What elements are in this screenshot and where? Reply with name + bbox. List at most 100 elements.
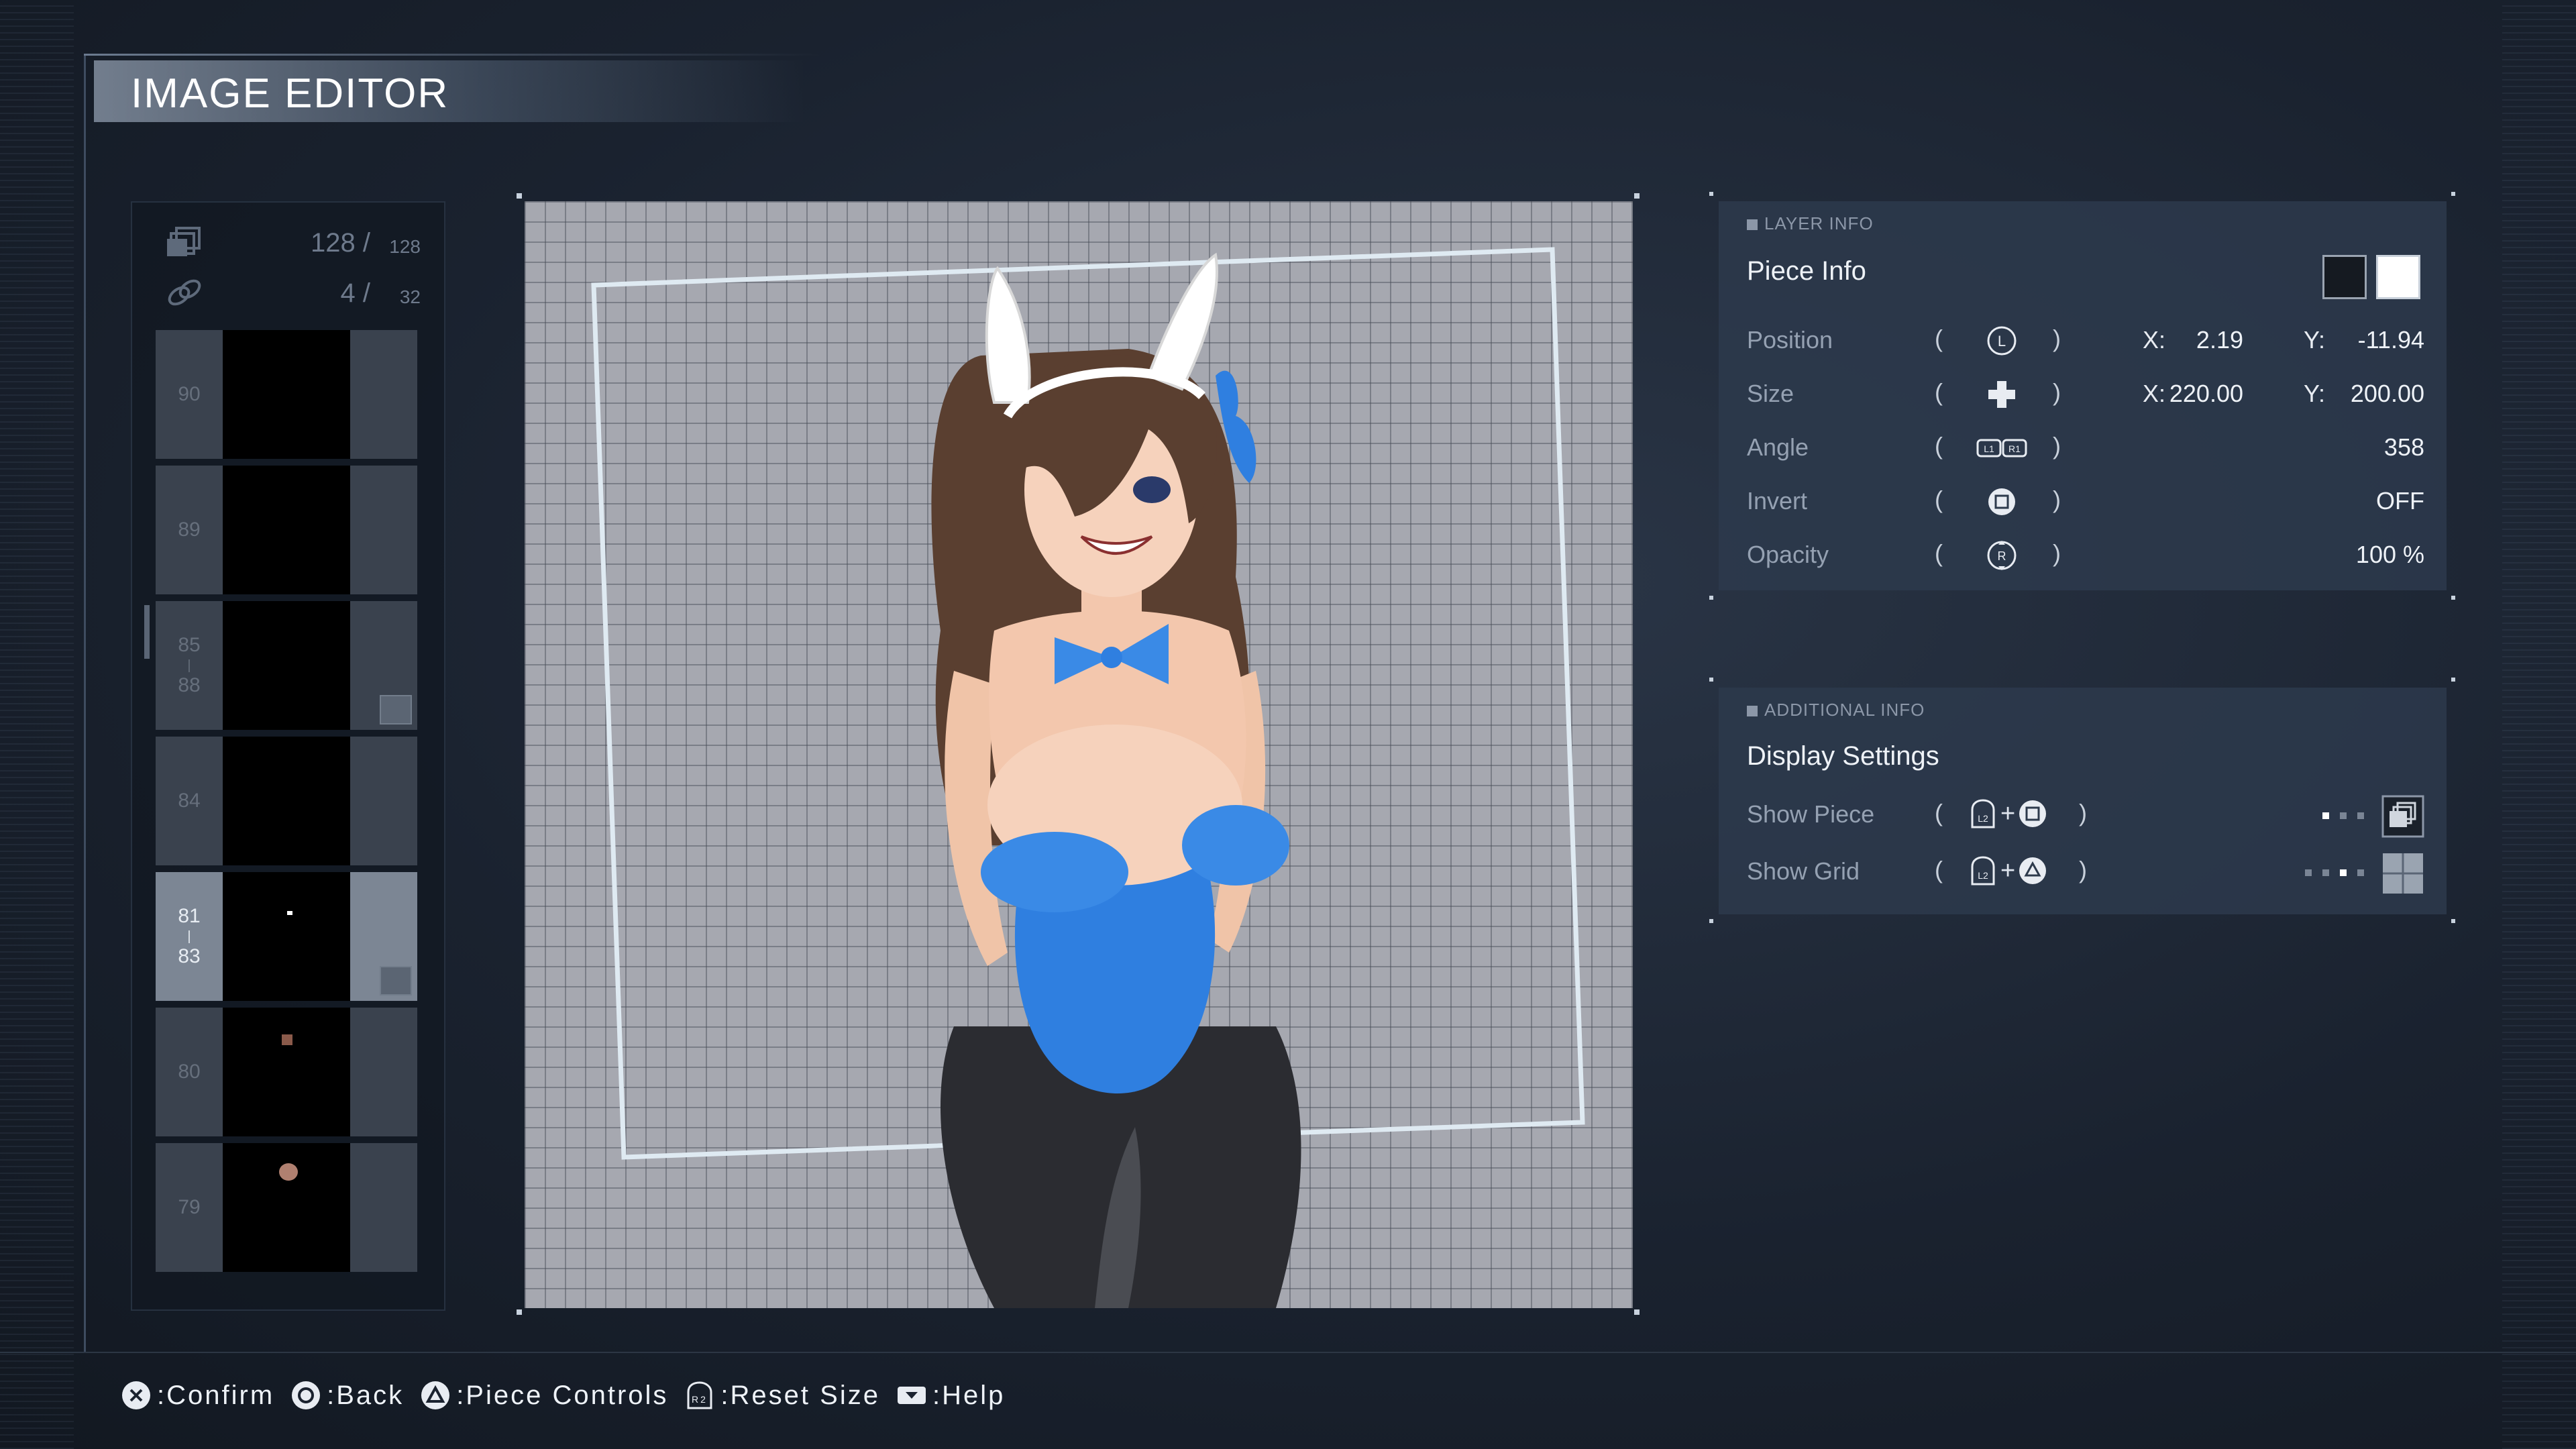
paren-close: ): [2079, 799, 2087, 826]
position-label: Position: [1747, 326, 1833, 354]
plus-sign: +: [2000, 856, 2016, 885]
layer-item[interactable]: 80: [156, 1008, 417, 1136]
panel-corner: [1709, 192, 1713, 196]
layer-item-selected[interactable]: 81 | 83: [156, 872, 417, 1001]
r-stick-icon: R: [1987, 541, 2017, 570]
angle-value: 358: [2383, 433, 2424, 461]
show-grid-row[interactable]: Show Grid ( L2 + ): [1747, 852, 2424, 895]
layer-thumbnail: [223, 330, 350, 459]
paren-close: ): [2053, 432, 2061, 460]
position-y-value: -11.94: [2357, 326, 2424, 354]
show-piece-indicator: [2322, 812, 2364, 819]
layer-thumbnail: [223, 601, 350, 730]
layer-thumbnail: [223, 1008, 350, 1136]
l1-r1-icon: L1 R1: [1976, 439, 2027, 458]
position-row[interactable]: Position ( L ) X: 2.19 Y: -11.94: [1747, 321, 2424, 361]
back-label: :Back: [327, 1380, 405, 1410]
r2-button-icon: R2: [687, 1381, 712, 1409]
size-row[interactable]: Size ( ) X: 220.00 Y: 200.00: [1747, 374, 2424, 415]
paren-open: (: [1935, 432, 1943, 460]
l2-triangle-icon: L2 +: [1968, 855, 2047, 887]
group-counter: 4 / 32: [166, 273, 434, 313]
paren-open: (: [1935, 486, 1943, 513]
invert-row[interactable]: Invert ( ) OFF: [1747, 482, 2424, 522]
color-swatch-white[interactable]: [2376, 255, 2420, 299]
confirm-hint[interactable]: :Confirm: [121, 1380, 274, 1411]
position-y-label: Y:: [2304, 326, 2326, 354]
layer-thumbnail: [223, 466, 350, 594]
right-scanline-decoration: [2502, 0, 2576, 1449]
panel-corner: [1709, 919, 1713, 923]
canvas-corner: [1634, 1309, 1640, 1315]
frame-line-left: [84, 54, 86, 1352]
dpad-icon: [1988, 381, 2015, 408]
paren-close: ): [2053, 325, 2061, 352]
layer-range-separator: |: [187, 658, 191, 673]
cross-button-icon: [122, 1381, 150, 1409]
layer-scrollbar[interactable]: [144, 605, 150, 659]
bunny-ear-right: [1146, 252, 1218, 391]
layer-number-end: 83: [178, 945, 201, 967]
paren-open: (: [1935, 325, 1943, 352]
image-canvas[interactable]: [525, 201, 1633, 1308]
layer-list-panel: 128 / 128 4 / 32 90 89 85 | 88 84 81 | 8…: [131, 201, 445, 1311]
svg-text:L1: L1: [1984, 443, 1994, 454]
layer-thumbnail: [223, 1143, 350, 1272]
group-max: 32: [399, 286, 421, 307]
layer-side-slot: [350, 872, 417, 1001]
paren-open: (: [1935, 539, 1943, 567]
position-x-value: 2.19: [2196, 326, 2243, 354]
piece-controls-hint[interactable]: :Piece Controls: [420, 1380, 668, 1411]
layer-item[interactable]: 89: [156, 466, 417, 594]
help-hint[interactable]: :Help: [896, 1380, 1005, 1411]
layer-number: 84: [178, 790, 201, 812]
layer-item[interactable]: 79: [156, 1143, 417, 1272]
svg-text:L2: L2: [1978, 870, 1988, 881]
show-grid-toggle-icon[interactable]: [2381, 852, 2424, 895]
layer-thumbnail: [223, 872, 350, 1001]
angle-row[interactable]: Angle ( L1 R1 ) 358: [1747, 428, 2424, 468]
layer-number: 85: [178, 634, 201, 656]
layer-number: 79: [178, 1196, 201, 1218]
suit-cup-right: [1182, 805, 1289, 885]
frame-line-top: [84, 54, 822, 56]
touchpad-button-icon: [897, 1387, 926, 1404]
reset-size-hint[interactable]: R2 :Reset Size: [684, 1380, 880, 1411]
back-hint[interactable]: :Back: [290, 1380, 404, 1411]
layer-item[interactable]: 85 | 88: [156, 601, 417, 730]
panel-corner: [2451, 678, 2455, 682]
show-piece-toggle-icon[interactable]: [2381, 795, 2424, 838]
l-stick-icon: L: [1987, 326, 2017, 356]
angle-label: Angle: [1747, 433, 1809, 461]
link-group-icon: [168, 279, 201, 306]
plus-sign: +: [2000, 799, 2016, 828]
layer-side-slot: [350, 737, 417, 865]
reset-size-label: :Reset Size: [720, 1380, 880, 1410]
confirm-label: :Confirm: [157, 1380, 275, 1410]
color-swatch-black[interactable]: [2322, 255, 2367, 299]
panel-corner: [1709, 596, 1713, 600]
show-piece-row[interactable]: Show Piece ( L2 + ): [1747, 795, 2424, 838]
svg-text:R1: R1: [2008, 443, 2021, 454]
show-piece-label: Show Piece: [1747, 800, 1875, 828]
layer-info-label: LAYER INFO: [1747, 213, 1874, 234]
layer-number: 90: [178, 383, 201, 405]
bow-knot: [1101, 647, 1122, 668]
layer-range-separator: |: [187, 929, 191, 944]
piece-controls-label: :Piece Controls: [456, 1380, 669, 1410]
show-grid-label: Show Grid: [1747, 857, 1860, 885]
opacity-row[interactable]: Opacity ( R ) 100 %: [1747, 535, 2424, 576]
opacity-value: 100 %: [2355, 541, 2424, 568]
triangle-button-icon: [421, 1381, 450, 1409]
paren-close: ): [2053, 539, 2061, 567]
panel-corner: [1709, 678, 1713, 682]
additional-info-panel: ADDITIONAL INFO Display Settings Show Pi…: [1719, 688, 2447, 914]
page-title: IMAGE EDITOR: [131, 70, 449, 117]
layer-info-panel: LAYER INFO Piece Info Position ( L ) X: …: [1719, 201, 2447, 590]
layer-number: 89: [178, 519, 201, 541]
layer-item[interactable]: 90: [156, 330, 417, 459]
piece-counter: 128 / 128: [166, 223, 434, 263]
layer-item[interactable]: 84: [156, 737, 417, 865]
additional-info-label: ADDITIONAL INFO: [1747, 700, 1925, 720]
footer-divider: [0, 1352, 2576, 1353]
